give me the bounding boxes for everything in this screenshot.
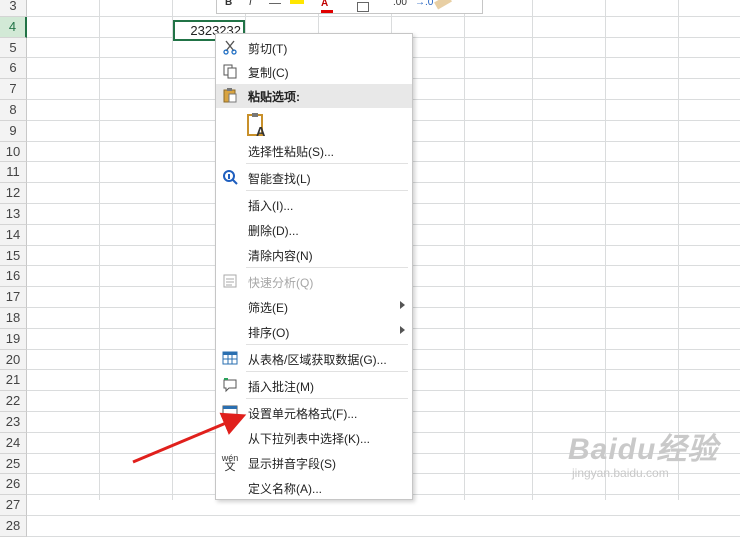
baidu-watermark: Baidu经验 jingyan.baidu.com [560, 418, 740, 500]
row-gridline [27, 515, 740, 516]
watermark-brand: Baidu经验 [568, 433, 719, 466]
watermark-url: jingyan.baidu.com [572, 466, 669, 480]
row-header[interactable]: 28 [0, 516, 27, 537]
